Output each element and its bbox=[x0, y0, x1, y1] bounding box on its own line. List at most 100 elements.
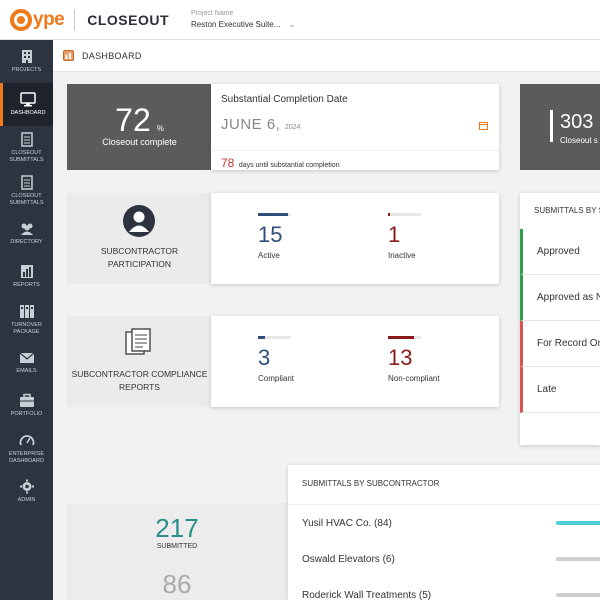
sidebar-item-directory[interactable]: DIRECTORY bbox=[0, 212, 53, 255]
compliance-title: SUBCONTRACTOR COMPLIANCE REPORTS bbox=[71, 369, 208, 392]
envelope-icon bbox=[19, 352, 34, 363]
sidebar-item-label: EMAILS bbox=[16, 368, 37, 374]
completion-title: Substantial Completion Date bbox=[221, 94, 348, 105]
sidebar-item-closeout-submittals-2[interactable]: CLOSEOUT SUBMITTALS bbox=[0, 169, 53, 212]
subcontractor-bar bbox=[556, 557, 600, 561]
active-label: Active bbox=[258, 251, 280, 260]
submittals-by-subcontractor-card: SUBMITTALS BY SUBCONTRACTOR Yusil HVAC C… bbox=[288, 465, 600, 600]
days-until: 78 days until substantial completion bbox=[221, 156, 340, 170]
subcontractor-row[interactable]: Oswald Elevators (6) bbox=[288, 541, 600, 577]
project-value: Reston Executive Suite... ⌄ bbox=[191, 18, 296, 29]
compliant-bar bbox=[258, 336, 291, 339]
subcontractor-bar bbox=[556, 593, 600, 597]
compliant-metric[interactable]: 3 Compliant bbox=[258, 336, 294, 383]
submittals-by-status-card: SUBMITTALS BY S Approved Approved as N F… bbox=[520, 193, 600, 445]
divider bbox=[550, 110, 553, 142]
divider bbox=[74, 8, 76, 31]
logo-mark-icon bbox=[10, 8, 32, 31]
sidebar-item-label: TURNOVER PACKAGE bbox=[11, 321, 42, 335]
sidebar-item-admin[interactable]: ADMIN bbox=[0, 470, 53, 513]
compliant-label: Compliant bbox=[258, 374, 295, 383]
status-row-approved[interactable]: Approved bbox=[520, 229, 600, 275]
people-icon bbox=[20, 223, 33, 235]
compliant-count: 3 bbox=[258, 345, 271, 370]
by-subcontractor-title: SUBMITTALS BY SUBCONTRACTOR bbox=[302, 479, 440, 488]
noncompliant-bar bbox=[388, 336, 421, 339]
inactive-bar bbox=[388, 213, 421, 216]
sidebar-item-label: DIRECTORY bbox=[10, 239, 43, 245]
closeout-submittals-label: Closeout s bbox=[560, 136, 598, 145]
sidebar-item-label: PORTFOLIO bbox=[10, 411, 43, 417]
user-icon bbox=[123, 205, 155, 237]
closeout-label: Closeout complete bbox=[102, 137, 177, 147]
project-selector[interactable]: Project Name Reston Executive Suite... ⌄ bbox=[191, 10, 296, 30]
submitted-count: 217 bbox=[155, 513, 199, 543]
sidebar-item-turnover-package[interactable]: TURNOVER PACKAGE bbox=[0, 298, 53, 341]
subcontractor-bar bbox=[556, 521, 600, 525]
project-label: Project Name bbox=[191, 9, 234, 17]
subcontractor-row[interactable]: Roderick Wall Treatments (5) bbox=[288, 577, 600, 600]
briefcase-icon bbox=[19, 393, 34, 407]
sidebar-item-closeout-submittals[interactable]: CLOSEOUT SUBMITTALS bbox=[0, 126, 53, 169]
sidebar-item-emails[interactable]: EMAILS bbox=[0, 341, 53, 384]
completion-date-card: Substantial Completion Date JUNE 6, 2024… bbox=[211, 84, 499, 170]
noncompliant-label: Non-compliant bbox=[388, 374, 440, 383]
submittals-status-title: SUBMITTALS BY S bbox=[534, 206, 600, 215]
participation-card: 15 Active 1 Inactive bbox=[211, 193, 499, 284]
documents-icon bbox=[125, 328, 151, 355]
inactive-metric[interactable]: 1 Inactive bbox=[388, 213, 421, 260]
subcontractor-compliance-label: SUBCONTRACTOR COMPLIANCE REPORTS bbox=[67, 316, 212, 407]
status-row-for-record-only[interactable]: For Record On bbox=[520, 321, 600, 367]
sidebar-item-dashboard[interactable]: DASHBOARD bbox=[0, 83, 53, 126]
monitor-icon bbox=[20, 92, 36, 107]
completion-date: JUNE 6, 2024 bbox=[221, 116, 301, 133]
product-name: CLOSEOUT bbox=[87, 11, 170, 28]
percent-sign: % bbox=[156, 124, 164, 133]
subcontractor-participation-label: SUBCONTRACTOR PARTICIPATION bbox=[67, 193, 212, 284]
breadcrumb: DASHBOARD bbox=[53, 40, 600, 72]
calendar-icon[interactable] bbox=[479, 121, 488, 130]
sidebar-item-label: DASHBOARD bbox=[10, 110, 46, 116]
active-count: 15 bbox=[258, 222, 283, 247]
chart-icon bbox=[20, 265, 33, 278]
divider bbox=[211, 150, 499, 151]
status-row-approved-as-noted[interactable]: Approved as N bbox=[520, 275, 600, 321]
sidebar-item-reports[interactable]: REPORTS bbox=[0, 255, 53, 298]
pype-logo[interactable]: ype bbox=[10, 8, 65, 31]
closeout-submittals-card: 303 Closeout s bbox=[520, 84, 600, 170]
document-icon bbox=[20, 131, 33, 147]
chevron-down-icon[interactable]: ⌄ bbox=[288, 19, 296, 29]
closeout-submittals-count: 303 bbox=[560, 111, 594, 133]
binders-icon bbox=[19, 304, 34, 318]
building-icon bbox=[21, 50, 32, 63]
sidebar-item-enterprise-dashboard[interactable]: ENTERPRISE DASHBOARD bbox=[0, 427, 53, 470]
sidebar-item-label: ENTERPRISE DASHBOARD bbox=[8, 450, 45, 464]
sidebar-item-label: REPORTS bbox=[13, 282, 40, 288]
gauge-icon bbox=[19, 434, 34, 445]
top-bar: ype CLOSEOUT Project Name Reston Executi… bbox=[0, 0, 600, 40]
closeout-complete-card: 72% Closeout complete bbox=[67, 84, 212, 170]
sidebar-item-label: PROJECTS bbox=[11, 67, 42, 73]
noncompliant-count: 13 bbox=[388, 345, 413, 370]
compliance-card: 3 Compliant 13 Non-compliant bbox=[211, 316, 499, 407]
noncompliant-metric[interactable]: 13 Non-compliant bbox=[388, 336, 440, 383]
active-metric[interactable]: 15 Active bbox=[258, 213, 291, 260]
inactive-label: Inactive bbox=[388, 251, 416, 260]
closeout-percent: 72 bbox=[115, 102, 151, 138]
subcontractor-row[interactable]: Yusil HVAC Co. (84) bbox=[288, 505, 600, 541]
inactive-count: 1 bbox=[388, 222, 401, 247]
sidebar-item-projects[interactable]: PROJECTS bbox=[0, 40, 53, 83]
sidebar-item-label: CLOSEOUT SUBMITTALS bbox=[9, 192, 44, 206]
second-count: 86 bbox=[162, 569, 192, 599]
sidebar-item-label: ADMIN bbox=[17, 497, 36, 503]
participation-title: SUBCONTRACTOR PARTICIPATION bbox=[100, 246, 179, 269]
sidebar: PROJECTS DASHBOARD CLOSEOUT SUBMITTALS C… bbox=[0, 40, 53, 600]
submitted-card: 217 SUBMITTED 86 bbox=[67, 503, 287, 600]
submitted-label: SUBMITTED bbox=[156, 543, 198, 550]
dashboard-icon bbox=[63, 50, 74, 61]
document-icon bbox=[20, 174, 33, 190]
page-title: DASHBOARD bbox=[82, 50, 142, 61]
sidebar-item-label: CLOSEOUT SUBMITTALS bbox=[9, 149, 44, 163]
sidebar-item-portfolio[interactable]: PORTFOLIO bbox=[0, 384, 53, 427]
status-row-late[interactable]: Late bbox=[520, 367, 600, 413]
